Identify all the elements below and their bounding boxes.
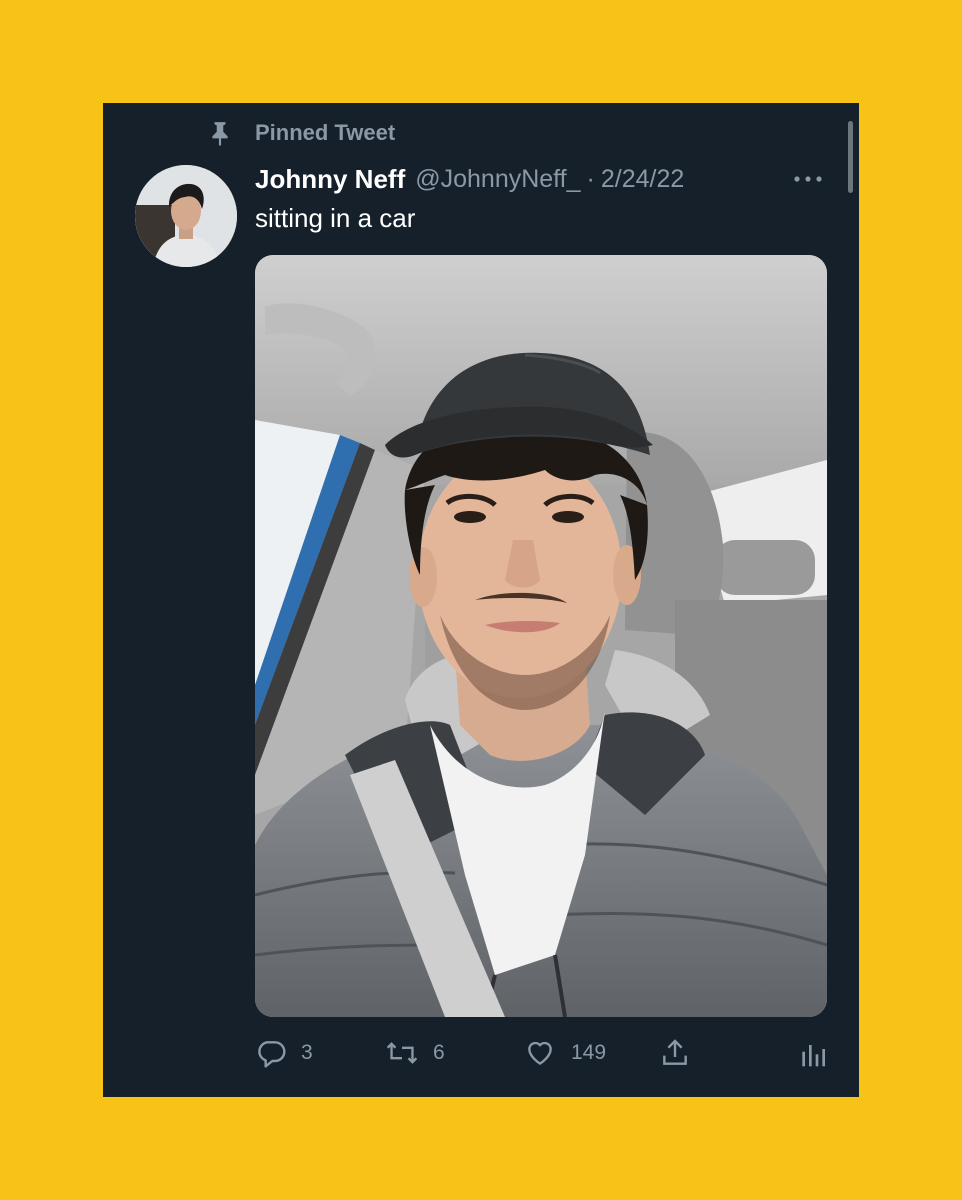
separator-dot: · [586,164,595,193]
heart-icon [523,1037,557,1069]
tweet-media[interactable] [255,255,827,1017]
tweet-date[interactable]: 2/24/22 [601,165,684,194]
like-count: 149 [571,1041,607,1064]
tweet-actions: 3 6 149 [255,1031,827,1075]
retweet-icon [385,1037,419,1069]
user-handle[interactable]: @JohnnyNeff_ [415,165,580,194]
share-button[interactable] [659,1037,783,1069]
reply-icon [255,1037,287,1069]
reply-count: 3 [301,1041,313,1064]
retweet-count: 6 [433,1041,445,1064]
analytics-icon [799,1037,827,1069]
tweet-text: sitting in a car [255,203,416,233]
more-horizontal-icon[interactable] [793,174,823,184]
pinned-label: Pinned Tweet [255,120,396,145]
like-button[interactable]: 149 [523,1037,659,1069]
analytics-button[interactable] [799,1037,827,1069]
tweet-header: Johnny Neff @JohnnyNeff_ · 2/24/22 [255,161,835,197]
avatar[interactable] [135,165,237,267]
reply-button[interactable]: 3 [255,1037,385,1069]
retweet-button[interactable]: 6 [385,1037,523,1069]
share-icon [659,1037,691,1069]
pinned-indicator: Pinned Tweet [207,119,395,147]
pin-icon [207,120,233,146]
display-name[interactable]: Johnny Neff [255,164,405,195]
scrollbar[interactable] [848,121,853,193]
tweet-card: Pinned Tweet Johnny Neff @JohnnyNeff_ · … [103,103,859,1097]
